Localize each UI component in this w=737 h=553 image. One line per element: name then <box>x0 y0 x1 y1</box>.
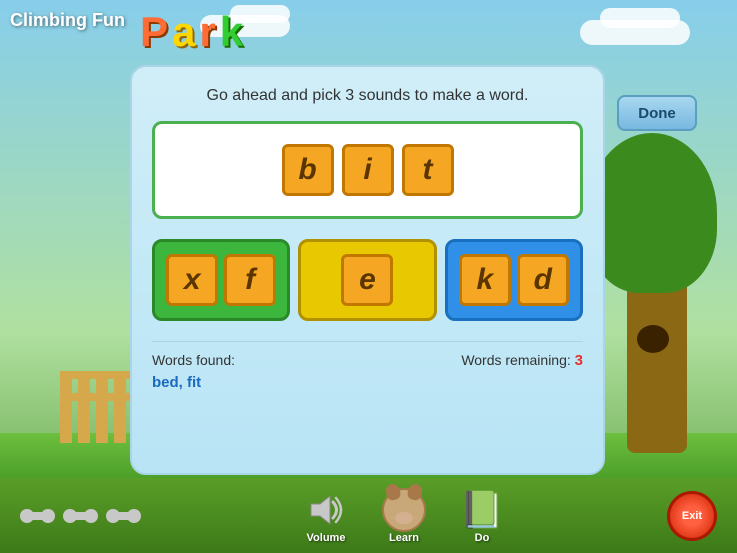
do-nav-item[interactable]: 📗 Do <box>458 488 506 544</box>
word-letter-b: b <box>282 144 334 196</box>
bone-1 <box>20 506 55 526</box>
sound-tile-x[interactable]: x <box>166 254 218 306</box>
exit-button[interactable]: Exit <box>667 491 717 541</box>
park-a: a <box>172 8 195 56</box>
nav-items: Volume Learn 📗 Do <box>302 488 506 544</box>
volume-label: Volume <box>307 532 346 544</box>
word-letter-t: t <box>402 144 454 196</box>
words-found-section: Words found: bed, fit <box>152 352 368 391</box>
bone-3 <box>106 506 141 526</box>
learn-label: Learn <box>389 532 419 544</box>
park-p: P <box>140 8 168 56</box>
do-label: Do <box>475 532 490 544</box>
words-remaining-section: Words remaining: 3 <box>368 352 584 375</box>
tree-hole <box>637 325 669 353</box>
words-found-list: bed, fit <box>152 374 368 391</box>
sound-tile-k[interactable]: k <box>459 254 511 306</box>
sound-tile-e[interactable]: e <box>341 254 393 306</box>
volume-icon <box>302 488 350 532</box>
park-logo: P a r k <box>140 8 243 56</box>
words-found-label: Words found: <box>152 352 368 368</box>
done-button[interactable]: Done <box>617 95 697 131</box>
exit-label: Exit <box>682 510 702 522</box>
word-display-box: b i t <box>152 121 583 219</box>
words-remaining-count: 3 <box>575 352 583 369</box>
dog-face <box>382 488 426 532</box>
fence <box>60 363 140 443</box>
volume-nav-item[interactable]: Volume <box>302 488 350 544</box>
sound-group-green[interactable]: x f <box>152 239 290 321</box>
sound-tiles-row: x f e k d <box>152 239 583 321</box>
words-remaining-label: Words remaining: 3 <box>368 352 584 369</box>
app-title: Climbing Fun <box>10 10 125 31</box>
tree-top <box>587 133 717 293</box>
instruction-text: Go ahead and pick 3 sounds to make a wor… <box>152 87 583 105</box>
words-section: Words found: bed, fit Words remaining: 3 <box>152 352 583 391</box>
sound-tile-d[interactable]: d <box>517 254 569 306</box>
divider <box>152 341 583 342</box>
sound-group-blue[interactable]: k d <box>445 239 583 321</box>
park-k: k <box>220 8 243 56</box>
bottom-bar: Volume Learn 📗 Do Exit <box>0 478 737 553</box>
cloud-2b <box>600 8 680 28</box>
bones-container <box>20 506 141 526</box>
sound-tile-f[interactable]: f <box>224 254 276 306</box>
bone-2 <box>63 506 98 526</box>
learn-nav-item[interactable]: Learn <box>380 488 428 544</box>
sound-group-yellow[interactable]: e <box>298 239 436 321</box>
book-icon: 📗 <box>458 488 506 532</box>
word-letter-i: i <box>342 144 394 196</box>
main-panel: Go ahead and pick 3 sounds to make a wor… <box>130 65 605 475</box>
learn-dog-icon <box>380 488 428 532</box>
park-r: r <box>199 8 215 56</box>
